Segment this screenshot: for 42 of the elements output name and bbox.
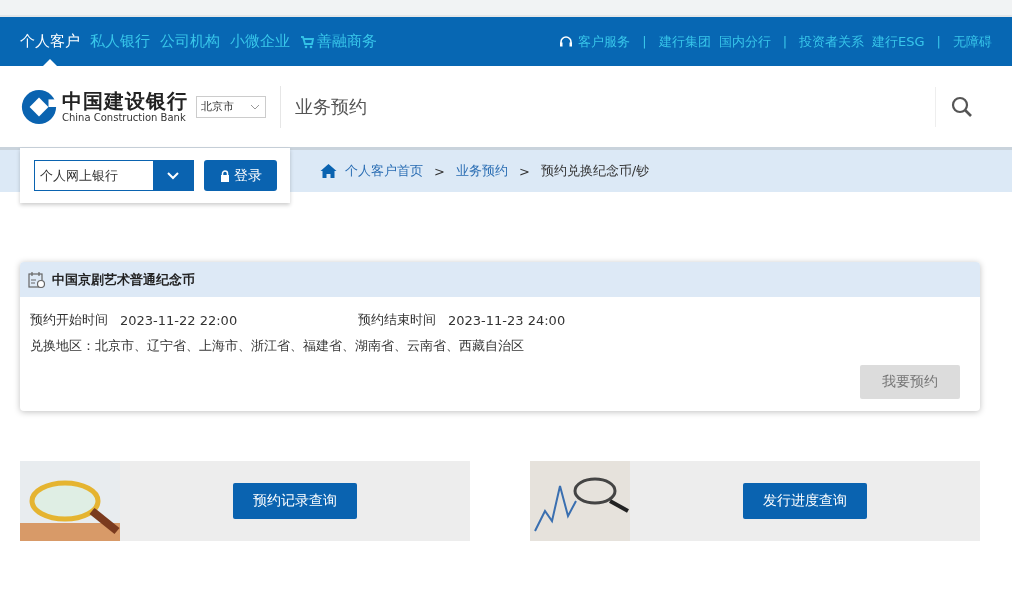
- nav-tab[interactable]: 个人客户: [20, 17, 80, 66]
- top-link[interactable]: 建行集团: [658, 32, 711, 51]
- top-link[interactable]: 国内分行: [718, 32, 771, 51]
- exchange-regions: 兑换地区：北京市、辽宁省、上海市、浙江省、福建省、湖南省、云南省、西藏自治区: [30, 337, 525, 355]
- page-title: 业务预约: [295, 94, 367, 119]
- breadcrumb-separator: >: [517, 163, 531, 179]
- end-time-label: 预约结束时间: [358, 311, 436, 329]
- query-button[interactable]: 发行进度查询: [743, 483, 867, 519]
- separator: |: [641, 34, 648, 49]
- logo-text: 中国建设银行: [62, 90, 188, 112]
- breadcrumb-current: 预约兑换纪念币/钞: [540, 162, 650, 180]
- login-button[interactable]: 登录: [204, 160, 277, 191]
- city-select[interactable]: 北京市: [196, 95, 266, 118]
- nav-tab[interactable]: 公司机构: [160, 17, 220, 66]
- query-button[interactable]: 预约记录查询: [233, 483, 357, 519]
- nav-tab[interactable]: 私人银行: [90, 17, 150, 66]
- cart-icon: [300, 34, 314, 49]
- search-icon[interactable]: [950, 94, 974, 119]
- top-link[interactable]: 客户服务: [578, 32, 631, 51]
- nav-tab[interactable]: 善融商务: [300, 17, 377, 66]
- chevron-icon: [250, 103, 260, 110]
- breadcrumb-link[interactable]: 个人客户首页: [345, 162, 423, 180]
- breadcrumb-separator: >: [433, 163, 446, 179]
- start-time-label: 预约开始时间: [30, 311, 108, 329]
- lock-icon: [219, 169, 230, 182]
- channel-select[interactable]: 个人网上银行: [34, 160, 194, 191]
- top-link[interactable]: 建行ESG: [872, 32, 925, 51]
- end-time: 2023-11-23 24:00: [448, 312, 567, 328]
- separator: |: [935, 34, 942, 49]
- breadcrumb-link[interactable]: 业务预约: [455, 162, 508, 180]
- top-link[interactable]: 无障碍: [953, 32, 992, 51]
- headset-icon: [559, 34, 574, 49]
- logo-subtitle: China Construction Bank: [62, 112, 187, 123]
- calendar-icon: [28, 270, 46, 289]
- top-link[interactable]: 投资者关系: [799, 32, 865, 51]
- separator: |: [781, 34, 789, 49]
- home-icon[interactable]: [320, 163, 337, 179]
- card-title: 中国京剧艺术普通纪念币: [52, 270, 195, 289]
- start-time: 2023-11-22 22:00: [120, 312, 239, 328]
- nav-tab[interactable]: 小微企业: [230, 17, 290, 66]
- chevron-icon: [167, 171, 179, 180]
- bank-logo-icon: [20, 87, 58, 126]
